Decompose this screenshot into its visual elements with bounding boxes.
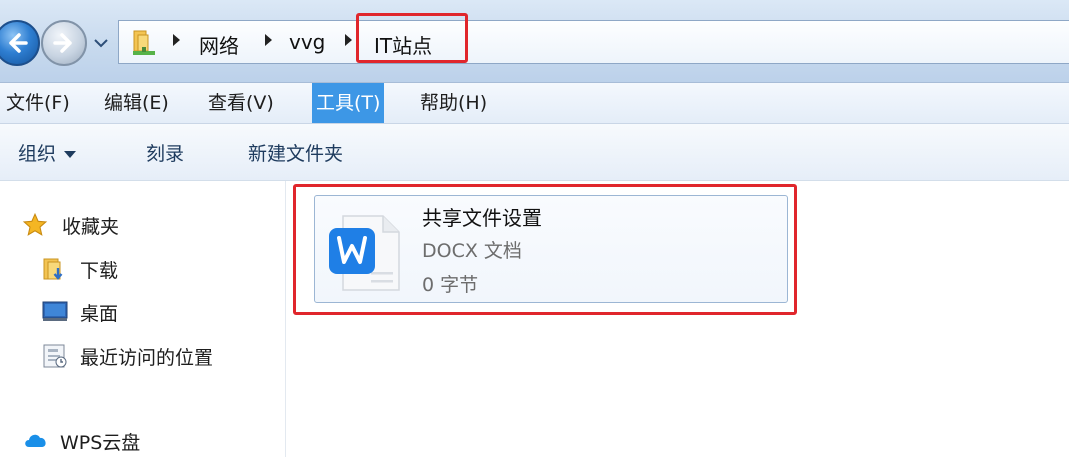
forward-button[interactable] bbox=[41, 20, 87, 66]
address-field[interactable]: 网络 vvg IT站点 bbox=[118, 20, 1069, 64]
address-toolbar: 网络 vvg IT站点 bbox=[0, 0, 1069, 83]
desktop-icon bbox=[42, 301, 68, 321]
file-name: 共享文件设置 bbox=[422, 206, 542, 230]
nav-wps-cloud-label: WPS云盘 bbox=[60, 432, 141, 454]
new-folder-button[interactable]: 新建文件夹 bbox=[248, 139, 343, 166]
nav-item-label: 下载 bbox=[80, 260, 119, 282]
menu-view[interactable]: 查看(V) bbox=[204, 83, 278, 123]
recent-places-icon bbox=[43, 344, 67, 368]
file-item[interactable]: 共享文件设置 DOCX 文档 0 字节 bbox=[314, 195, 788, 303]
back-button[interactable] bbox=[0, 20, 40, 66]
menu-bar: 文件(F) 编辑(E) 查看(V) 工具(T) 帮助(H) bbox=[0, 83, 1069, 124]
menu-file[interactable]: 文件(F) bbox=[2, 83, 74, 123]
burn-button[interactable]: 刻录 bbox=[146, 139, 184, 166]
download-folder-icon bbox=[43, 258, 63, 280]
highlight-box-breadcrumb bbox=[356, 13, 468, 63]
breadcrumb-separator[interactable] bbox=[173, 34, 180, 46]
cloud-icon bbox=[25, 434, 46, 447]
nav-item-label: 最近访问的位置 bbox=[80, 347, 214, 369]
file-type: DOCX 文档 bbox=[422, 240, 522, 262]
nav-item-label: 桌面 bbox=[80, 303, 119, 325]
menu-help[interactable]: 帮助(H) bbox=[416, 83, 491, 123]
menu-edit[interactable]: 编辑(E) bbox=[100, 83, 173, 123]
breadcrumb-network[interactable]: 网络 bbox=[199, 30, 239, 59]
wps-writer-icon bbox=[329, 215, 400, 291]
breadcrumb-vvg[interactable]: vvg bbox=[289, 30, 325, 54]
arrow-right-icon bbox=[53, 33, 72, 53]
organize-label: 组织 bbox=[18, 143, 57, 165]
menu-tools[interactable]: 工具(T) bbox=[312, 83, 385, 123]
command-bar: 组织 刻录 新建文件夹 bbox=[0, 124, 1069, 181]
navigation-pane: 收藏夹 下载 桌面 最近访问的位置 WPS云盘 bbox=[0, 181, 286, 457]
arrow-left-icon bbox=[9, 33, 28, 53]
star-icon bbox=[22, 212, 48, 236]
folder-network-icon bbox=[133, 30, 155, 55]
organize-button[interactable]: 组织 bbox=[18, 139, 77, 166]
nav-favorites-label: 收藏夹 bbox=[62, 216, 120, 238]
file-size: 0 字节 bbox=[422, 274, 479, 296]
breadcrumb-separator[interactable] bbox=[265, 34, 272, 46]
breadcrumb-separator[interactable] bbox=[345, 34, 352, 46]
file-list-area: 共享文件设置 DOCX 文档 0 字节 bbox=[286, 181, 1069, 457]
history-dropdown-icon[interactable] bbox=[94, 38, 108, 48]
chevron-down-icon bbox=[64, 151, 77, 158]
